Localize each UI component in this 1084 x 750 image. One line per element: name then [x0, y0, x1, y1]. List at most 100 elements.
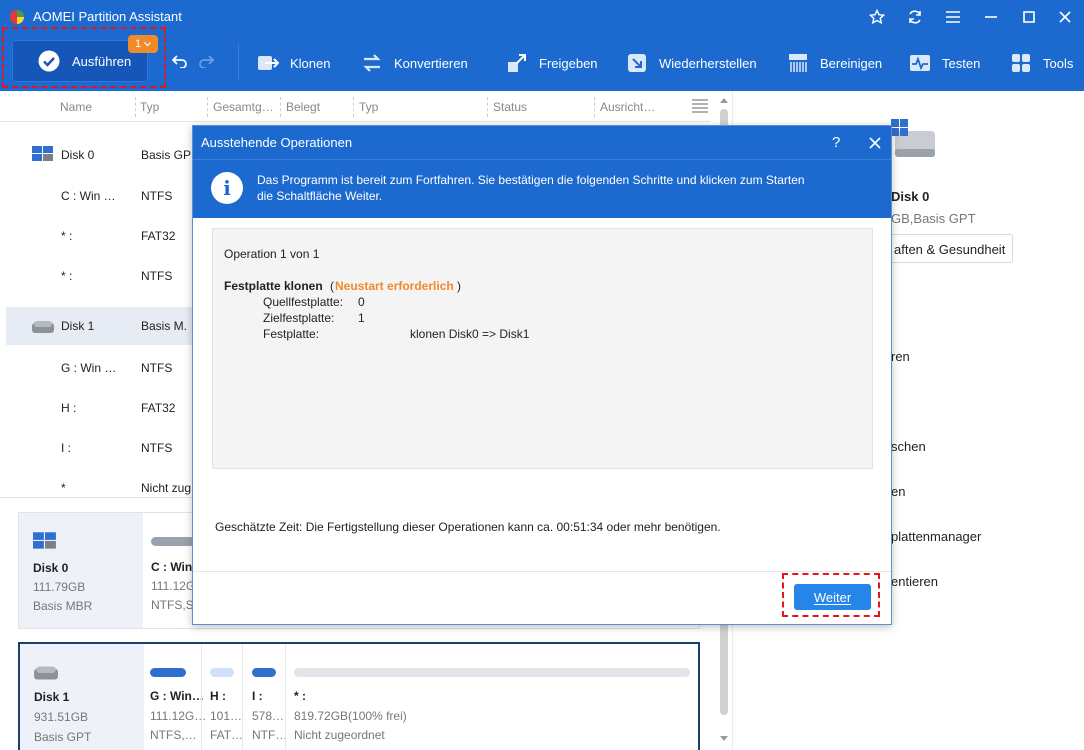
row-type: Basis M.: [141, 319, 188, 333]
col-status[interactable]: Status: [493, 100, 527, 114]
col-separator: [135, 97, 136, 117]
restore-icon: [628, 54, 646, 72]
undo-icon[interactable]: [172, 54, 188, 68]
test-icon: [910, 55, 930, 71]
dialog-footer-divider: [193, 571, 891, 572]
col-type[interactable]: Typ: [140, 100, 159, 114]
toolbar-restore[interactable]: Wiederherstellen: [626, 48, 757, 78]
col-separator: [207, 97, 208, 117]
col-name[interactable]: Name: [60, 100, 92, 114]
scroll-down-icon[interactable]: [720, 736, 728, 742]
row-name: *: [61, 481, 66, 495]
disk-card-disk1[interactable]: Disk 1 931.51GB Basis GPT G : Win… 111.1…: [18, 642, 700, 750]
toolbar-tools[interactable]: Tools: [1010, 48, 1073, 78]
redo-icon[interactable]: [198, 54, 214, 68]
window-title: AOMEI Partition Assistant: [33, 9, 182, 24]
toolbar-clean-label: Bereinigen: [820, 55, 883, 71]
toolbar-divider: [238, 44, 239, 80]
toolbar-test[interactable]: Testen: [909, 48, 980, 78]
menu-icon[interactable]: [942, 6, 964, 28]
operations-list: Operation 1 von 1 Festplatte klonen ( Ne…: [212, 228, 873, 469]
row-type: FAT32: [141, 401, 176, 415]
toolbar-share-label: Freigeben: [539, 55, 598, 71]
help-icon[interactable]: ?: [832, 134, 840, 151]
close-icon[interactable]: [1054, 6, 1076, 28]
maximize-icon[interactable]: [1018, 6, 1040, 28]
toolbar-restore-label: Wiederherstellen: [659, 55, 757, 71]
disk-card-name: Disk 1: [34, 690, 70, 704]
right-op-item[interactable]: plattenmanager: [891, 529, 981, 544]
pending-operations-dialog: Ausstehende Operationen ? i Das Programm…: [192, 125, 892, 625]
share-icon: [508, 54, 526, 72]
right-op-item[interactable]: ren: [891, 349, 910, 364]
toolbar-clone[interactable]: Klonen: [257, 48, 330, 78]
restart-required-note: Neustart erforderlich: [335, 279, 454, 293]
partition-size: 101…: [210, 709, 243, 723]
paren-open: (: [330, 279, 334, 293]
partition-divider: [242, 644, 243, 750]
partition-fs: NTFS,…: [150, 728, 197, 742]
disk-card-size: 931.51GB: [34, 710, 89, 724]
toolbar-convert[interactable]: Konvertieren: [361, 48, 468, 78]
disk-card-header: Disk 1 931.51GB Basis GPT: [20, 644, 144, 750]
dialog-header-divider: [193, 159, 891, 160]
convert-icon: [363, 54, 381, 72]
dialog-header: Ausstehende Operationen ? i Das Programm…: [193, 126, 891, 218]
partition-size: 111.12G…: [150, 709, 207, 723]
chevron-down-icon: [144, 41, 151, 46]
col-alignment[interactable]: Ausricht…: [600, 100, 655, 114]
partition-name: C : Win: [151, 560, 193, 574]
info-icon: i: [211, 172, 243, 204]
right-disk-info: GB,Basis GPT: [891, 211, 976, 226]
toolbar-test-label: Testen: [942, 55, 981, 71]
partition-usage-bar: [151, 537, 195, 546]
clone-icon: [258, 56, 279, 70]
row-type: Basis GP: [141, 148, 192, 162]
toolbar-clean[interactable]: Bereinigen: [787, 48, 882, 78]
disk-card-size: 111.79GB: [33, 580, 86, 594]
right-disk-name: Disk 0: [891, 189, 930, 204]
partition-name: H :: [210, 689, 226, 703]
target-disk-value: 1: [358, 311, 365, 325]
toolbar-share[interactable]: Freigeben: [506, 48, 598, 78]
windows-disk-icon: [32, 146, 53, 161]
star-icon[interactable]: [866, 6, 888, 28]
properties-health-button[interactable]: aften & Gesundheit: [873, 234, 1013, 263]
col-separator: [353, 97, 354, 117]
dialog-title: Ausstehende Operationen: [201, 135, 353, 150]
row-name: Disk 0: [61, 148, 95, 162]
tools-icon: [1012, 54, 1030, 72]
column-settings-icon[interactable]: [692, 99, 708, 113]
partition-fs: NTFS,S: [151, 598, 194, 612]
row-name: I :: [61, 441, 72, 455]
windows-disk-icon: [33, 532, 56, 549]
col-fs-type[interactable]: Typ: [359, 100, 378, 114]
disk-icon: [32, 321, 54, 333]
row-name: C : Win …: [61, 189, 116, 203]
info-text-line2: die Schaltfläche Weiter.: [257, 189, 383, 203]
partition-fs: Nicht zugeordnet: [294, 728, 385, 742]
partition-name: G : Win…: [150, 689, 204, 703]
row-name: G : Win …: [61, 361, 117, 375]
col-separator: [280, 97, 281, 117]
partition-usage-bar: [294, 668, 690, 677]
minimize-icon[interactable]: [980, 6, 1002, 28]
right-op-item[interactable]: entieren: [891, 574, 938, 589]
right-op-item[interactable]: en: [891, 484, 905, 499]
disk-action-value: klonen Disk0 => Disk1: [410, 327, 530, 341]
refresh-icon[interactable]: [904, 6, 926, 28]
partition-name: * :: [294, 689, 306, 703]
scroll-up-icon[interactable]: [720, 97, 728, 103]
right-op-item[interactable]: schen: [891, 439, 926, 454]
col-capacity[interactable]: Gesamtg…: [213, 100, 274, 114]
properties-health-label: aften & Gesundheit: [894, 242, 1006, 257]
disk-card-type: Basis GPT: [34, 730, 92, 744]
toolbar-tools-label: Tools: [1043, 55, 1074, 71]
operation-counter: Operation 1 von 1: [224, 247, 320, 261]
row-type: FAT32: [141, 229, 176, 243]
col-used[interactable]: Belegt: [286, 100, 320, 114]
dialog-close-icon[interactable]: [869, 137, 881, 149]
next-highlight-marker: [782, 573, 880, 617]
partition-name: I :: [252, 689, 263, 703]
pending-operations-badge[interactable]: 1: [128, 35, 158, 53]
